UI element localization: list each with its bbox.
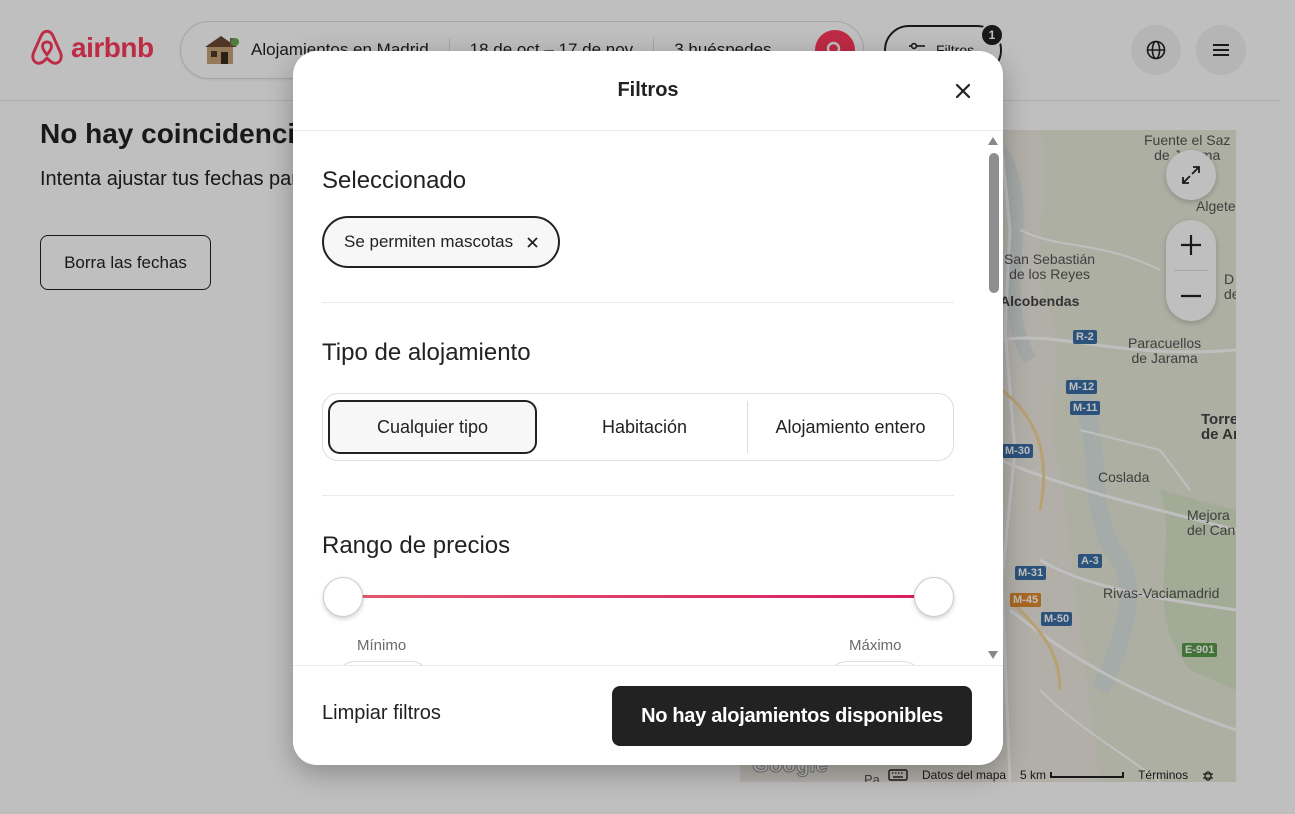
filters-modal: Filtros Seleccionado Se permiten mascota… — [293, 51, 1003, 765]
close-button[interactable] — [949, 77, 977, 105]
price-section-title: Rango de precios — [322, 532, 511, 559]
modal-scrollbar[interactable] — [987, 135, 999, 661]
close-icon — [955, 83, 971, 99]
type-section-title: Tipo de alojamiento — [322, 339, 531, 366]
type-option-label: Cualquier tipo — [376, 416, 489, 437]
section-divider — [322, 495, 954, 496]
type-option-entire[interactable]: Alojamiento entero — [748, 394, 953, 460]
selected-section-title: Seleccionado — [322, 167, 467, 194]
chip-label: Se permiten mascotas — [344, 232, 514, 251]
price-slider-track[interactable] — [343, 595, 933, 598]
section-divider — [322, 302, 954, 303]
modal-title: Filtros — [617, 79, 679, 101]
clear-filters-button[interactable]: Limpiar filtros — [322, 702, 441, 725]
type-option-any[interactable]: Cualquier tipo — [328, 400, 537, 454]
scroll-up-arrow[interactable] — [987, 135, 999, 147]
accommodation-type-selector: Cualquier tipo Habitación Alojamiento en… — [322, 393, 954, 461]
scroll-thumb[interactable] — [989, 153, 999, 293]
triangle-down-icon — [988, 651, 998, 659]
scroll-down-arrow[interactable] — [987, 649, 999, 661]
remove-icon[interactable] — [527, 236, 538, 248]
modal-header: Filtros — [293, 51, 1003, 131]
min-price-label: Mínimo — [357, 637, 407, 654]
max-price-label: Máximo — [849, 637, 902, 654]
type-option-label: Alojamiento entero — [775, 416, 926, 437]
modal-footer: Limpiar filtros No hay alojamientos disp… — [293, 665, 1003, 765]
show-results-button[interactable]: No hay alojamientos disponibles — [612, 686, 972, 746]
triangle-up-icon — [988, 137, 998, 145]
selected-filter-chip[interactable]: Se permiten mascotas — [322, 216, 561, 268]
price-slider-max-handle[interactable] — [914, 577, 954, 617]
modal-body[interactable]: Seleccionado Se permiten mascotas Tipo d… — [293, 131, 1003, 665]
price-slider-min-handle[interactable] — [323, 577, 363, 617]
type-option-label: Habitación — [601, 416, 688, 437]
type-option-room[interactable]: Habitación — [542, 394, 747, 460]
